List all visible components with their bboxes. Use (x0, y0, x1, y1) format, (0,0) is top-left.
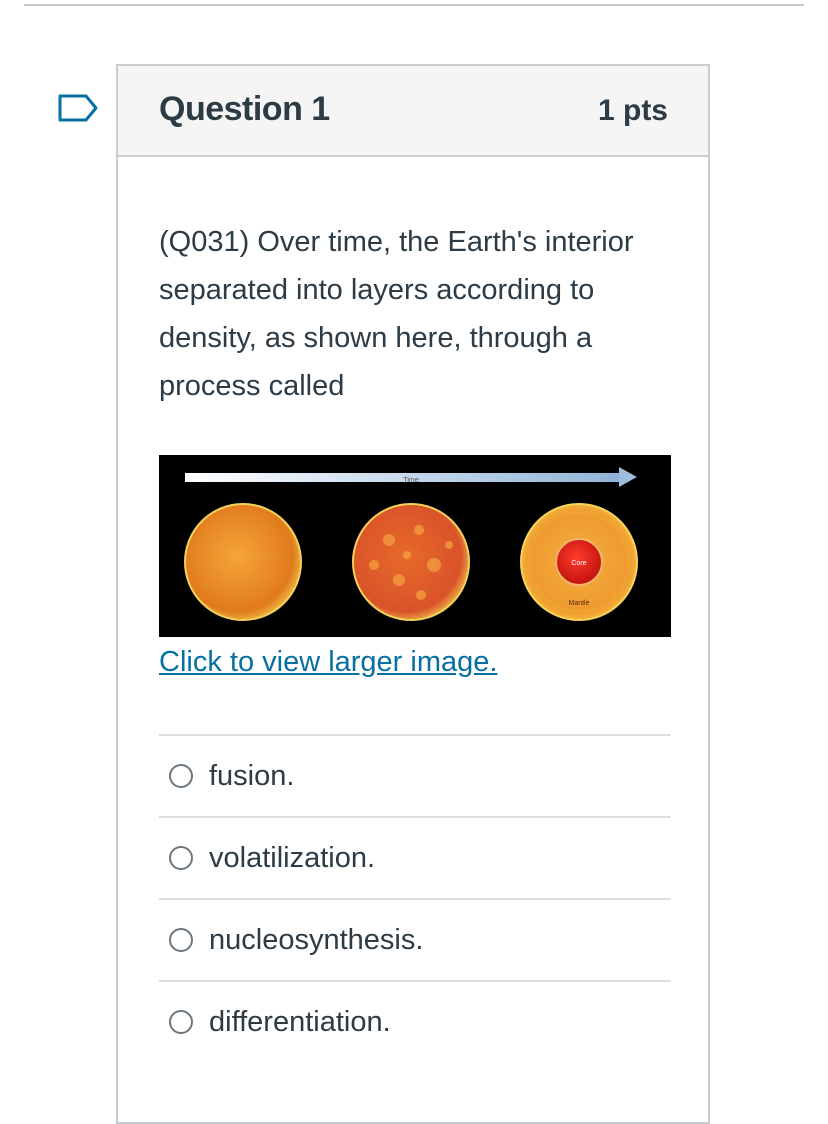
view-larger-image-link[interactable]: Click to view larger image. (159, 646, 497, 679)
radio-button[interactable] (169, 1010, 193, 1034)
core-label: Core (571, 560, 586, 567)
question-card: Question 1 1 pts (Q031) Over time, the E… (116, 64, 710, 1124)
question-header: Question 1 1 pts (118, 66, 708, 157)
earth-differentiation-image: Time Core Mantle (159, 455, 671, 637)
answer-label: differentiation. (209, 1005, 391, 1038)
answer-option-fusion[interactable]: fusion. (159, 734, 671, 816)
answer-list: fusion. volatilization. nucleosynthesis.… (159, 734, 671, 1062)
radio-button[interactable] (169, 928, 193, 952)
top-divider (24, 4, 804, 6)
answer-label: volatilization. (209, 841, 376, 874)
question-text: (Q031) Over time, the Earth's interior s… (159, 226, 634, 402)
question-title: Question 1 (159, 90, 330, 128)
radio-button[interactable] (169, 846, 193, 870)
answer-label: nucleosynthesis. (209, 923, 424, 956)
time-label: Time (403, 477, 418, 484)
mantle-label: Mantle (568, 600, 589, 607)
question-points: 1 pts (597, 94, 668, 127)
answer-label: fusion. (209, 759, 295, 792)
radio-button[interactable] (169, 764, 193, 788)
answer-option-nucleosynthesis[interactable]: nucleosynthesis. (159, 898, 671, 980)
flag-question-icon[interactable] (56, 92, 100, 124)
answer-option-volatilization[interactable]: volatilization. (159, 816, 671, 898)
answer-option-differentiation[interactable]: differentiation. (159, 980, 671, 1062)
